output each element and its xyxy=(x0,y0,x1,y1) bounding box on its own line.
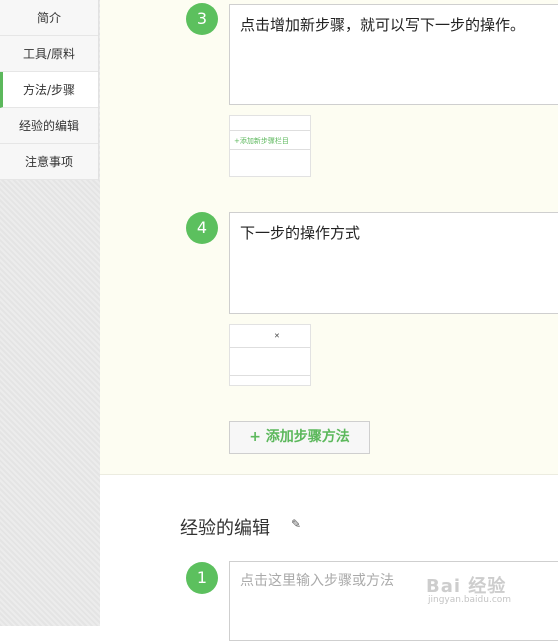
steps-section: 3 点击增加新步骤，就可以写下一步的操作。 +添加新步骤栏目 4 下一步的操作方… xyxy=(100,0,558,475)
sidebar: 简介 工具/原料 方法/步骤 经验的编辑 注意事项 xyxy=(0,0,100,626)
sidebar-item-intro[interactable]: 简介 xyxy=(0,0,98,36)
step-image-thumbnail[interactable]: +添加新步骤栏目 xyxy=(229,115,311,177)
step-number-badge: 3 xyxy=(186,3,218,35)
step-number-badge: 4 xyxy=(186,212,218,244)
pencil-icon[interactable]: ✎ xyxy=(291,517,301,531)
thumbnail-caption: +添加新步骤栏目 xyxy=(234,137,289,145)
sidebar-item-tools[interactable]: 工具/原料 xyxy=(0,36,98,72)
main-content: 3 点击增加新步骤，就可以写下一步的操作。 +添加新步骤栏目 4 下一步的操作方… xyxy=(100,0,558,641)
section-title: 经验的编辑 xyxy=(180,518,270,539)
watermark-url: jingyan.baidu.com xyxy=(428,595,512,605)
step-text-input[interactable]: 点击增加新步骤，就可以写下一步的操作。 xyxy=(229,4,558,105)
sidebar-item-steps[interactable]: 方法/步骤 xyxy=(0,72,98,108)
step-image-thumbnail[interactable]: ✕ xyxy=(229,324,311,386)
step-text-input[interactable]: 下一步的操作方式 xyxy=(229,212,558,314)
sidebar-item-edit[interactable]: 经验的编辑 xyxy=(0,108,98,144)
sidebar-nav: 简介 工具/原料 方法/步骤 经验的编辑 注意事项 xyxy=(0,0,99,180)
close-icon[interactable]: ✕ xyxy=(274,332,280,340)
sidebar-item-notes[interactable]: 注意事项 xyxy=(0,144,98,180)
step-number-badge: 1 xyxy=(186,562,218,594)
add-step-button[interactable]: + 添加步骤方法 xyxy=(229,421,370,454)
